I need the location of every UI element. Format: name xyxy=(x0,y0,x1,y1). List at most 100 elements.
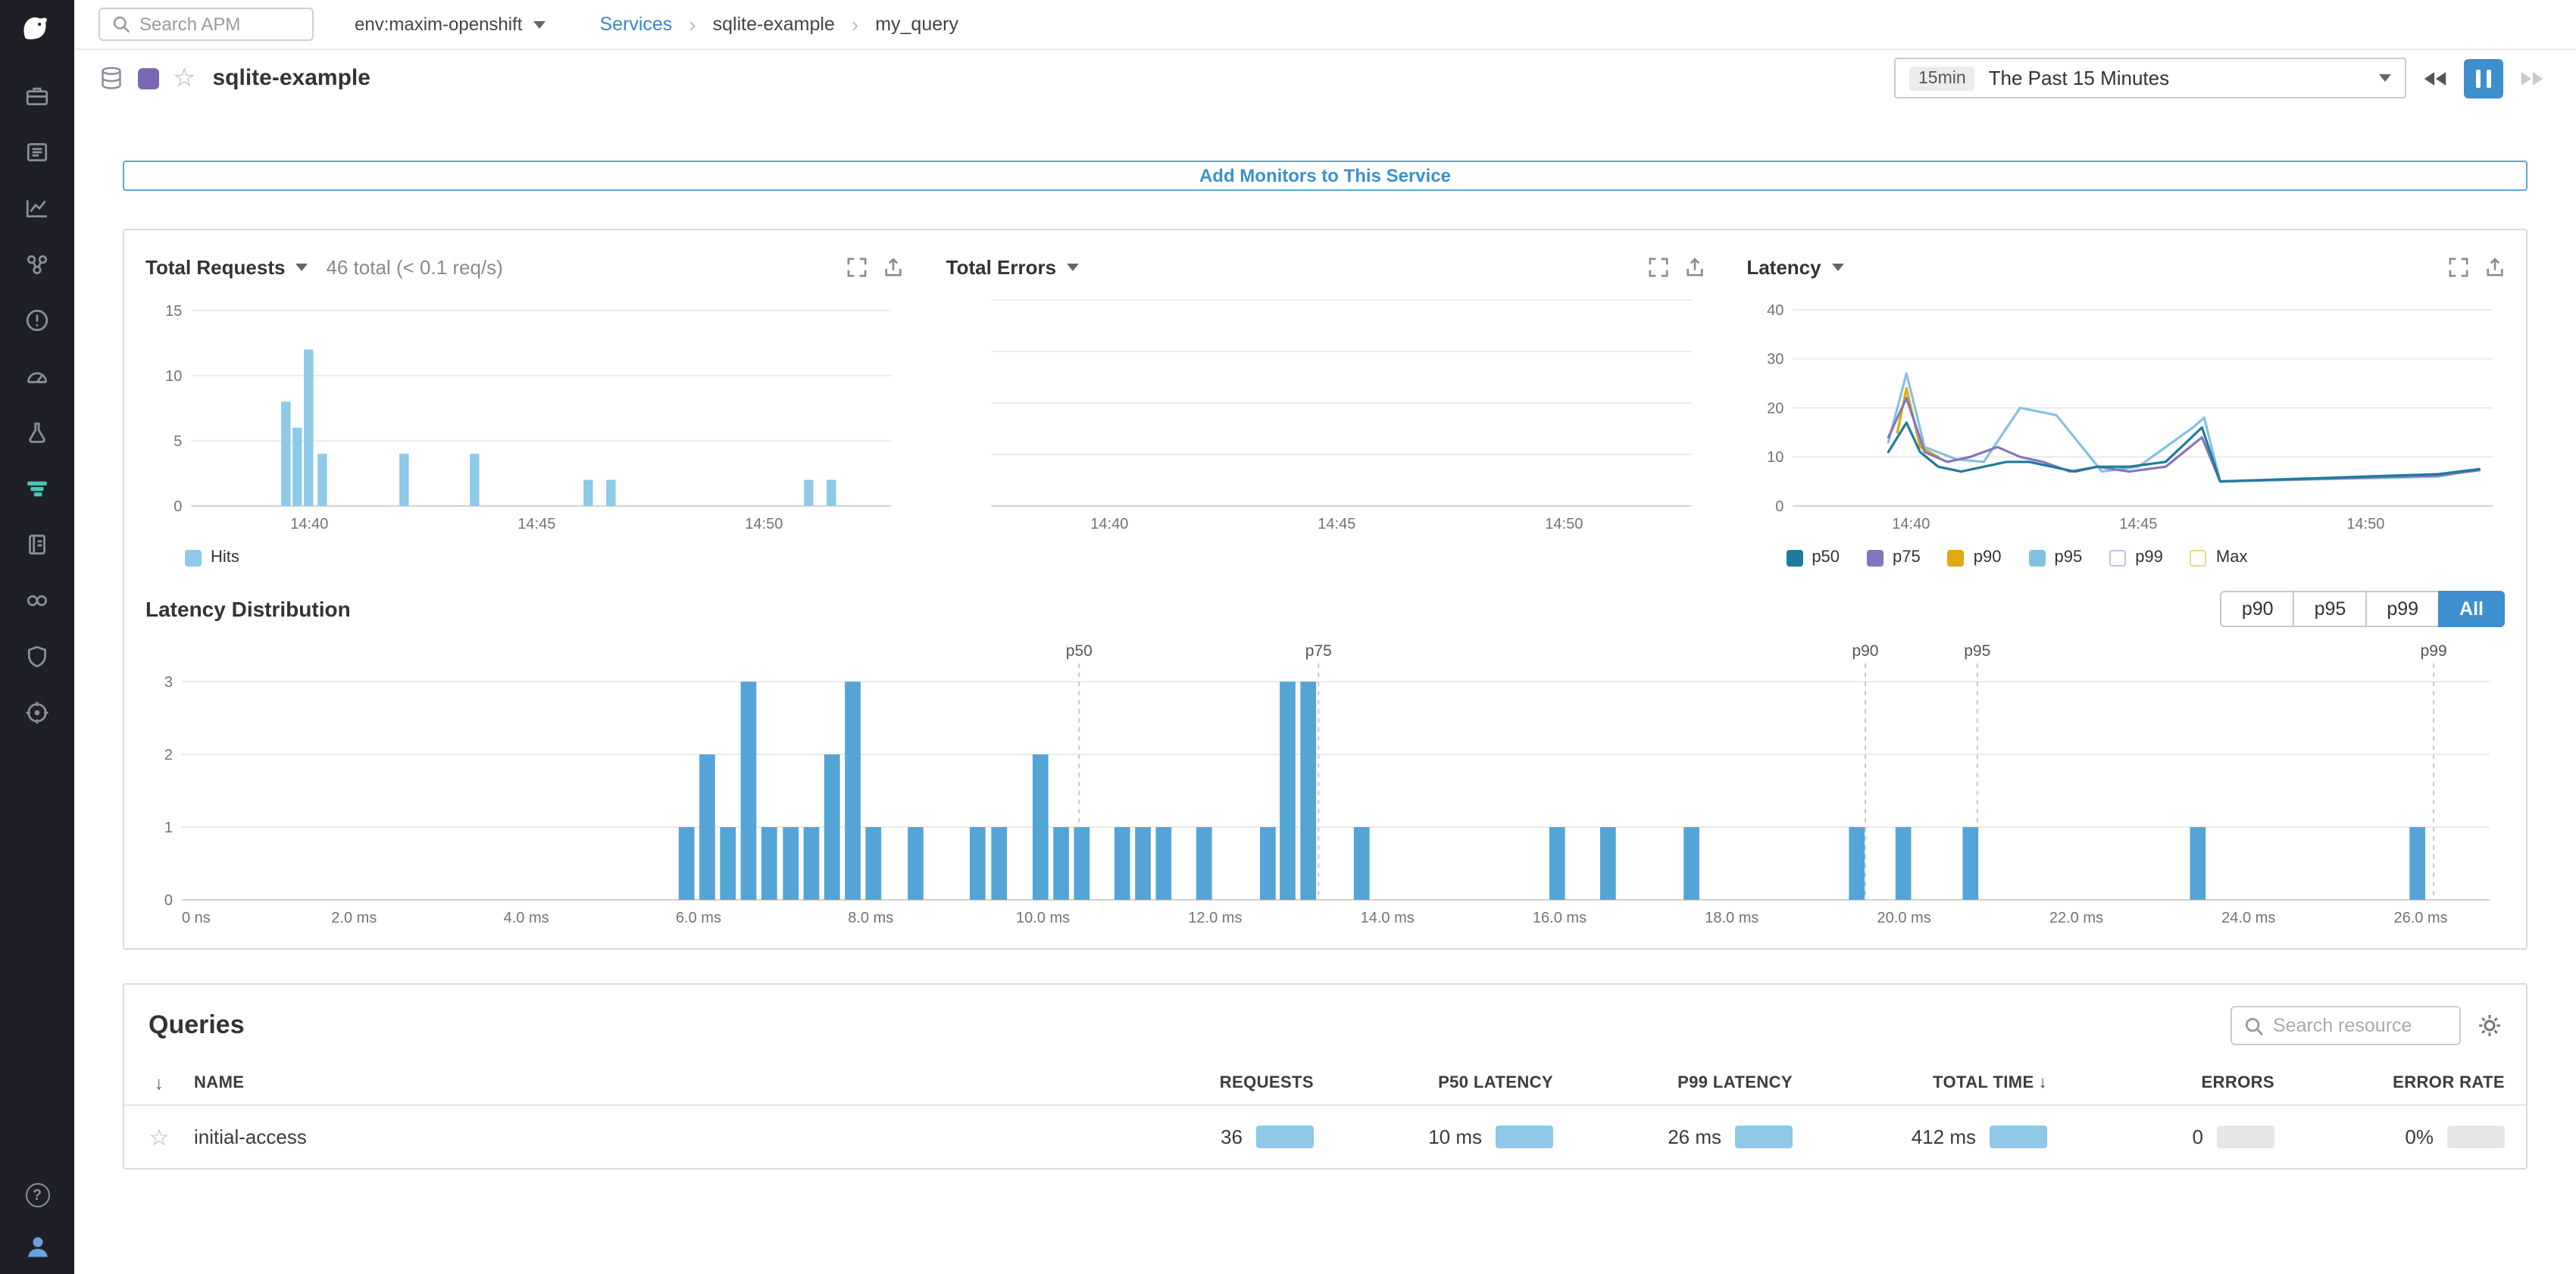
time-range-badge: 15min xyxy=(1909,66,1975,90)
chevron-down-icon[interactable] xyxy=(295,263,308,270)
help-icon[interactable]: ? xyxy=(25,1183,49,1207)
svg-text:1: 1 xyxy=(164,820,173,836)
svg-text:p50: p50 xyxy=(1066,642,1093,660)
expand-icon[interactable] xyxy=(848,257,868,276)
cell-total-time: 412 ms xyxy=(1814,1126,2068,1148)
row-star-icon[interactable]: ☆ xyxy=(124,1123,194,1151)
chart-title[interactable]: Total Requests xyxy=(145,255,285,278)
svg-text:0: 0 xyxy=(1775,498,1784,515)
apm-search-box[interactable] xyxy=(98,8,314,41)
dashboards-chart-icon[interactable] xyxy=(24,195,50,221)
svg-text:2.0 ms: 2.0 ms xyxy=(331,910,377,926)
export-icon[interactable] xyxy=(1684,257,1704,276)
sidebar-nav xyxy=(24,83,50,726)
column-requests[interactable]: REQUESTS xyxy=(1108,1073,1335,1091)
charts-panel: Total Requests 46 total (< 0.1 req/s) 0 5… xyxy=(123,229,2528,950)
legend-item-p95[interactable]: p95 xyxy=(2028,548,2082,567)
chevron-down-icon[interactable] xyxy=(1067,263,1079,270)
synthetics-target-icon[interactable] xyxy=(24,700,50,726)
pause-icon xyxy=(2476,69,2492,87)
chart-title[interactable]: Total Errors xyxy=(946,255,1056,278)
topbar: env:maxim-openshift Services › sqlite-ex… xyxy=(74,0,2576,50)
svg-text:22.0 ms: 22.0 ms xyxy=(2049,910,2103,926)
chevron-right-icon: › xyxy=(852,12,858,36)
metrics-gauge-icon[interactable] xyxy=(24,364,50,389)
cell-requests: 36 xyxy=(1108,1126,1335,1148)
rewind-button[interactable] xyxy=(2415,58,2455,98)
service-color-chip xyxy=(138,67,159,89)
legend-item-p99[interactable]: p99 xyxy=(2109,548,2163,567)
column-errors[interactable]: ERRORS xyxy=(2068,1073,2296,1091)
security-shield-icon[interactable] xyxy=(24,644,50,670)
svg-text:2: 2 xyxy=(164,747,173,763)
chevron-down-icon[interactable] xyxy=(1832,263,1844,270)
svg-text:3: 3 xyxy=(164,674,173,691)
notebook-icon[interactable] xyxy=(24,532,50,557)
requests-bar xyxy=(1256,1126,1314,1148)
legend-item-max[interactable]: Max xyxy=(2190,548,2248,567)
legend-swatch xyxy=(185,549,202,566)
gear-icon[interactable] xyxy=(2478,1013,2502,1038)
apm-search-input[interactable] xyxy=(139,14,300,35)
fast-forward-button[interactable] xyxy=(2512,58,2552,98)
table-row[interactable]: ☆ initial-access 36 10 ms 26 ms 412 ms 0… xyxy=(124,1106,2526,1168)
favorite-star-icon[interactable]: ☆ xyxy=(173,65,196,91)
svg-text:30: 30 xyxy=(1766,351,1783,368)
svg-text:8.0 ms: 8.0 ms xyxy=(848,910,893,926)
apm-flamegraph-icon-active[interactable] xyxy=(24,476,50,501)
column-error-rate[interactable]: ERROR RATE xyxy=(2296,1073,2526,1091)
legend-item-hits[interactable]: Hits xyxy=(185,548,239,567)
legend-item-p50[interactable]: p50 xyxy=(1786,548,1840,567)
p99-button[interactable]: p99 xyxy=(2365,591,2440,627)
integrations-flask-icon[interactable] xyxy=(24,420,50,445)
total-errors-plot[interactable]: 14:4014:4514:50 xyxy=(946,285,1705,539)
all-button[interactable]: All xyxy=(2438,591,2505,627)
user-account-icon[interactable] xyxy=(24,1233,50,1259)
svg-text:14:40: 14:40 xyxy=(290,516,328,532)
latency-plot[interactable]: 01020304014:4014:4514:50 xyxy=(1746,285,2505,539)
expand-icon[interactable] xyxy=(2449,257,2468,276)
export-icon[interactable] xyxy=(884,257,904,276)
resource-search-box[interactable] xyxy=(2231,1006,2461,1045)
p95-button[interactable]: p95 xyxy=(2293,591,2368,627)
monitors-alert-icon[interactable] xyxy=(24,308,50,333)
sort-column-icon[interactable]: ↓ xyxy=(124,1072,194,1093)
charts-row: Total Requests 46 total (< 0.1 req/s) 0 5… xyxy=(124,230,2526,576)
query-name[interactable]: initial-access xyxy=(194,1126,1108,1148)
breadcrumb-service[interactable]: sqlite-example xyxy=(713,14,835,35)
svg-text:5: 5 xyxy=(174,433,182,450)
breadcrumb-services-link[interactable]: Services xyxy=(599,14,672,35)
time-range-picker[interactable]: 15min The Past 15 Minutes xyxy=(1894,58,2406,98)
env-selector[interactable]: env:maxim-openshift xyxy=(355,14,545,35)
chart-title[interactable]: Latency xyxy=(1746,255,1821,278)
chart-header: Total Requests 46 total (< 0.1 req/s) xyxy=(145,248,904,285)
resource-search-input[interactable] xyxy=(2273,1015,2447,1036)
legend-item-p75[interactable]: p75 xyxy=(1867,548,1921,567)
add-monitors-button[interactable]: Add Monitors to This Service xyxy=(123,161,2528,191)
main-area: env:maxim-openshift Services › sqlite-ex… xyxy=(74,0,2576,1274)
column-p50-latency[interactable]: P50 LATENCY xyxy=(1335,1073,1574,1091)
sidebar-bottom: ? xyxy=(24,1183,50,1259)
service-map-nodes-icon[interactable] xyxy=(24,251,50,277)
column-p99-latency[interactable]: P99 LATENCY xyxy=(1574,1073,1814,1091)
p90-button[interactable]: p90 xyxy=(2221,591,2295,627)
column-total-time[interactable]: TOTAL TIME↓ xyxy=(1814,1073,2068,1091)
svg-text:15: 15 xyxy=(165,303,182,320)
pause-button[interactable] xyxy=(2464,58,2503,98)
svg-text:14:45: 14:45 xyxy=(2119,516,2157,532)
svg-text:0: 0 xyxy=(174,498,182,515)
chart-legend: p50 p75 p90 p95 p99 Max xyxy=(1746,539,2505,576)
expand-icon[interactable] xyxy=(1648,257,1668,276)
app: ? env:maxim-openshift Services › sqli xyxy=(0,0,2576,1274)
chart-header: Latency xyxy=(1746,248,2505,285)
pipelines-icon[interactable] xyxy=(24,588,50,614)
datadog-logo-icon[interactable] xyxy=(17,11,58,59)
export-icon[interactable] xyxy=(2485,257,2505,276)
latency-distribution-plot[interactable]: 01230 ns2.0 ms4.0 ms6.0 ms8.0 ms10.0 ms1… xyxy=(142,636,2508,933)
events-list-icon[interactable] xyxy=(24,139,50,165)
legend-item-p90[interactable]: p90 xyxy=(1948,548,2002,567)
briefcase-icon[interactable] xyxy=(24,83,50,109)
column-name[interactable]: NAME xyxy=(194,1073,1108,1091)
legend-swatch xyxy=(2109,549,2126,566)
total-requests-plot[interactable]: 05101514:4014:4514:50 xyxy=(145,285,904,539)
